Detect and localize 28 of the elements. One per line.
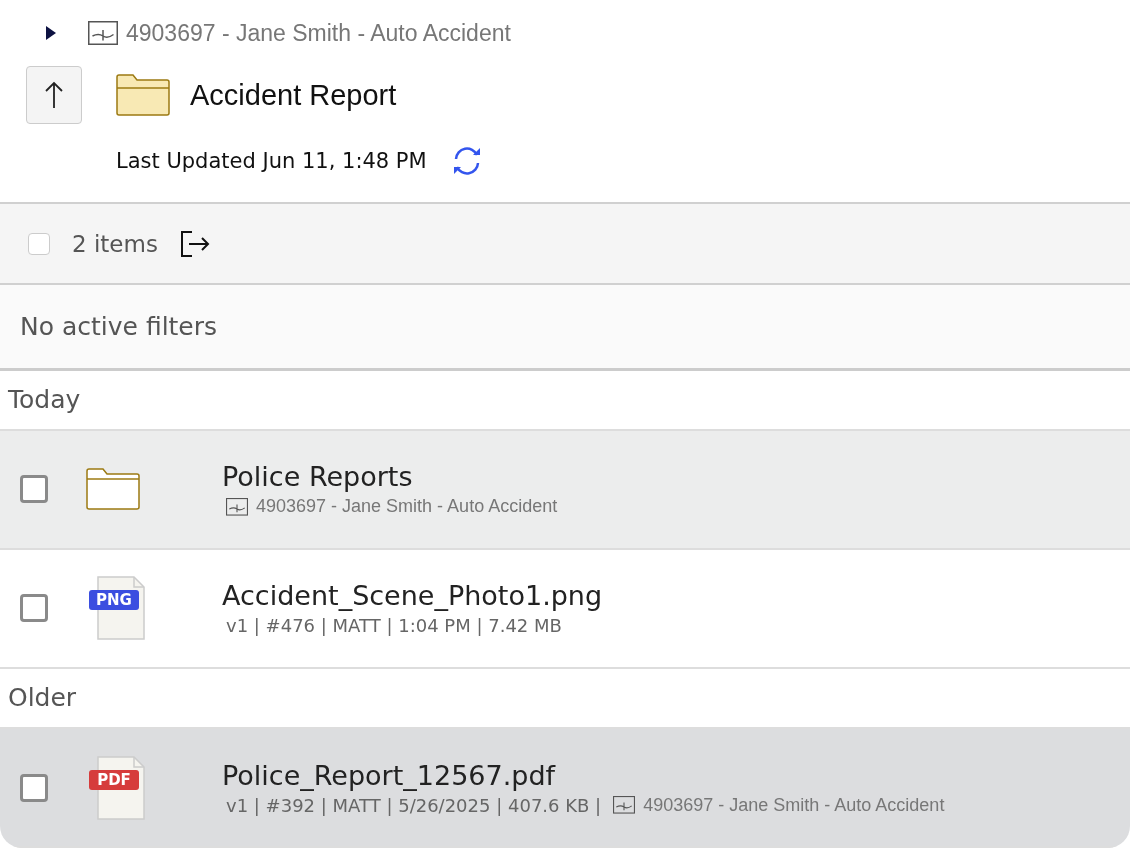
- file-name: Accident_Scene_Photo1.png: [222, 580, 603, 612]
- row-checkbox[interactable]: [20, 475, 48, 504]
- row-checkbox[interactable]: [20, 773, 48, 802]
- file-name: Police_Report_12567.pdf: [222, 759, 557, 791]
- file-row[interactable]: Police Reports 4903697 - Jane Smith - Auto Accident: [0, 430, 1130, 550]
- group-heading: Older: [8, 683, 77, 713]
- folder-icon: [86, 468, 140, 511]
- case-icon: [226, 498, 248, 516]
- folder-icon: [116, 74, 170, 116]
- folder-title: Accident Report: [190, 78, 397, 112]
- filter-status: No active filters: [20, 311, 218, 341]
- case-label[interactable]: 4903697 - Jane Smith - Auto Accident: [256, 496, 558, 518]
- expand-toggle[interactable]: [44, 26, 58, 40]
- file-name: Police Reports: [222, 461, 414, 493]
- select-all-checkbox[interactable]: [28, 232, 50, 255]
- file-meta: v1 | #476 | MATT | 1:04 PM | 7.42 MB: [226, 615, 562, 637]
- file-row[interactable]: PDF Police_Report_12567.pdf v1 | #392 | MATT | 5/26/2025 | 407.6 KB | 4903697 - Jane Smith - Auto Accident: [0, 729, 1130, 848]
- arrow-up-icon: [44, 81, 64, 109]
- row-checkbox[interactable]: [20, 594, 48, 623]
- last-updated-text: Last Updated Jun 11, 1:48 PM: [116, 149, 427, 173]
- case-icon: [613, 796, 636, 814]
- up-button[interactable]: [26, 66, 82, 124]
- case-icon: [88, 21, 118, 45]
- item-count: 2 items: [72, 230, 158, 257]
- group-heading: Today: [8, 385, 81, 415]
- case-label[interactable]: 4903697 - Jane Smith - Auto Accident: [126, 19, 511, 47]
- file-meta: v1 | #392 | MATT | 5/26/2025 | 407.6 KB |: [226, 794, 602, 816]
- export-icon[interactable]: [179, 230, 210, 257]
